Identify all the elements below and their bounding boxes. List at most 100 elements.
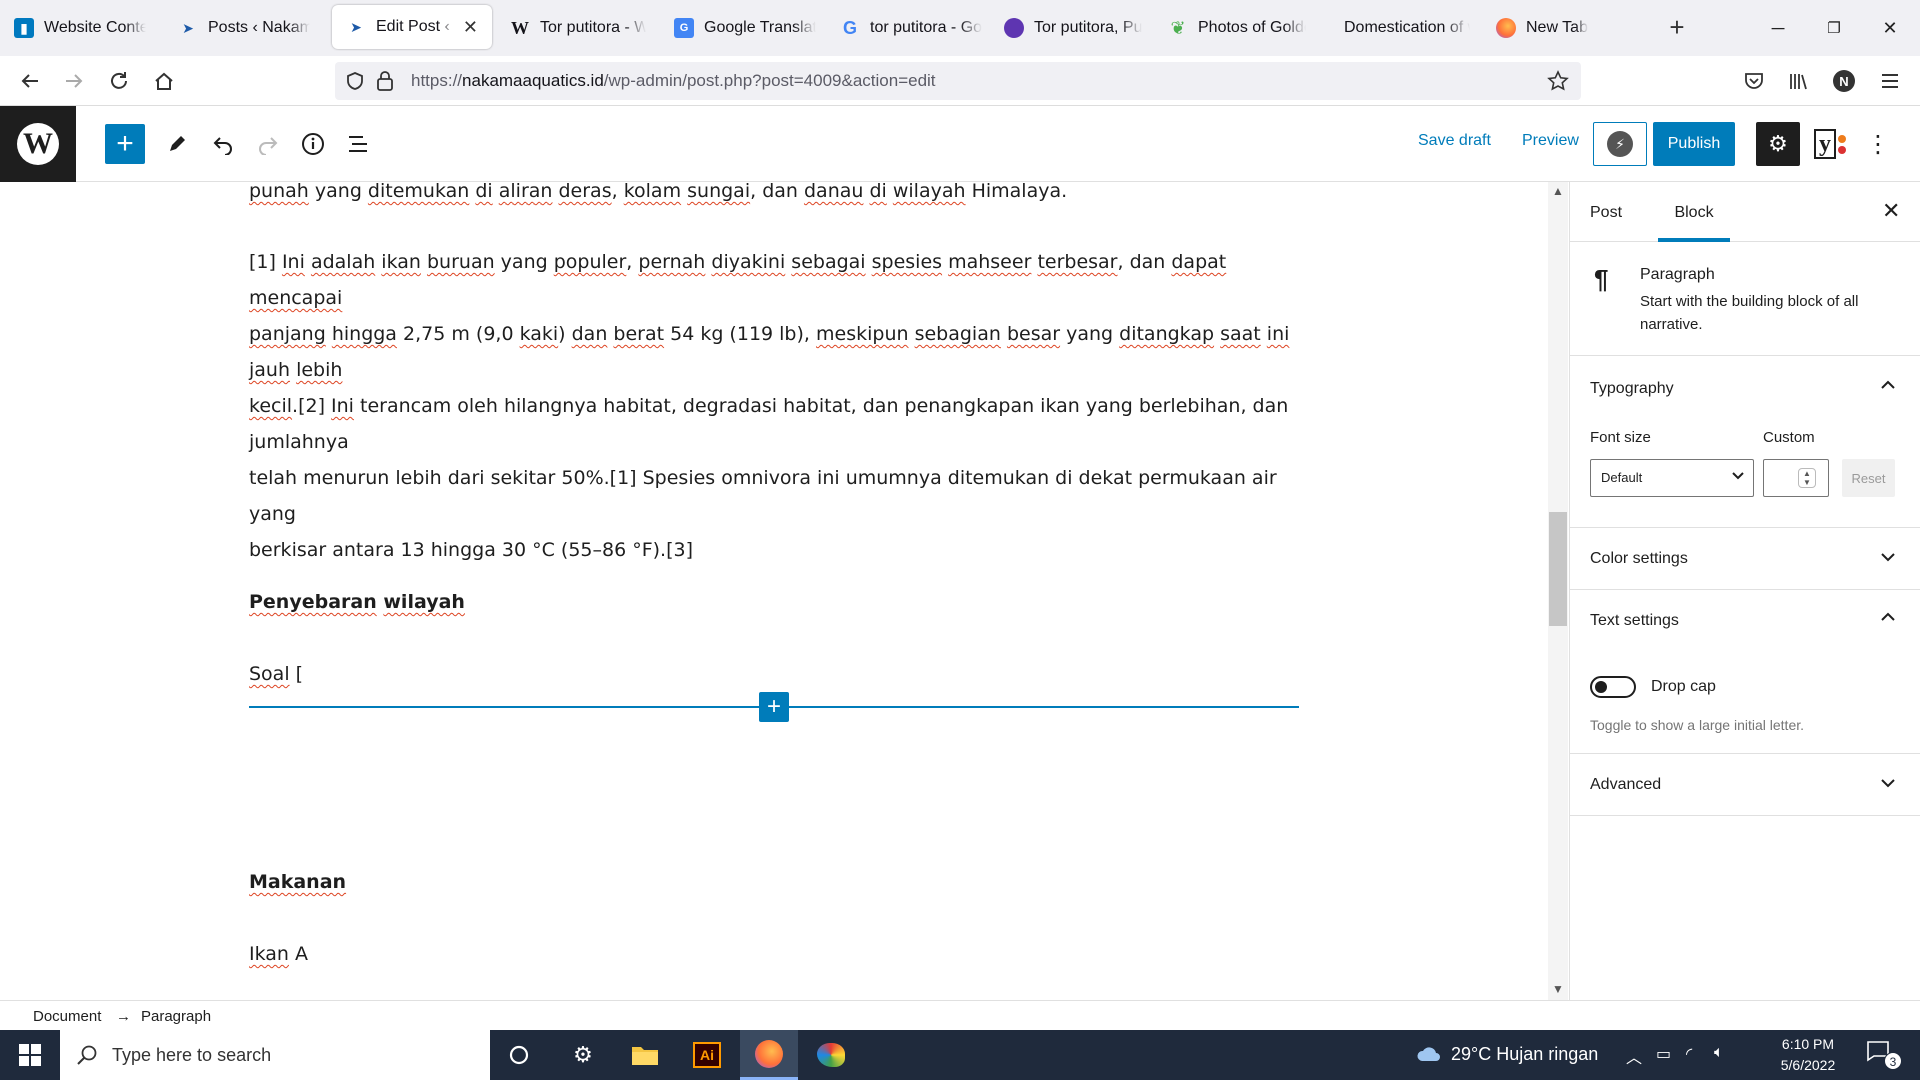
close-tab-icon[interactable]: ✕ (463, 17, 478, 38)
browser-tab-active[interactable]: ➤ Edit Post ‹ Nakama ✕ (332, 5, 492, 49)
spellcheck-word: dapat (1171, 251, 1227, 273)
insert-block-button[interactable]: + (759, 692, 789, 722)
browser-tab[interactable]: Domestication of wild (1318, 0, 1484, 56)
browser-tab[interactable]: ❦ Photos of Golden Mahseer (1154, 0, 1320, 56)
wifi-icon[interactable]: ◜ (1686, 1044, 1692, 1064)
wordpress-logo-button[interactable]: W (0, 106, 76, 182)
browser-tab[interactable]: G Google Translate (660, 0, 830, 56)
preview-button[interactable]: Preview (1522, 132, 1579, 150)
paragraph-block[interactable]: punah yang ditemukan di aliran deras, ko… (249, 182, 1299, 209)
taskbar-paint-app[interactable] (802, 1030, 860, 1080)
text-run: [ (289, 663, 304, 685)
spellcheck-word: Makanan (249, 871, 347, 893)
chevron-up-icon[interactable] (1880, 610, 1896, 628)
redo-button[interactable] (248, 124, 288, 164)
tools-button[interactable] (157, 124, 197, 164)
scroll-up-arrow-icon[interactable]: ▲ (1548, 184, 1568, 200)
pocket-button[interactable] (1736, 64, 1772, 98)
chevron-down-icon[interactable] (1880, 550, 1896, 568)
heading-block[interactable]: Penyebaran wilayah (249, 584, 1299, 620)
lock-icon[interactable] (375, 70, 395, 92)
taskbar-settings-app[interactable]: ⚙ (554, 1030, 612, 1080)
undo-button[interactable] (203, 124, 243, 164)
browser-tab[interactable]: Tor putitora, Putitor (990, 0, 1156, 56)
address-bar[interactable]: https://nakamaaquatics.id/wp-admin/post.… (335, 62, 1581, 100)
volume-icon[interactable]: 🔈︎ (1714, 1044, 1724, 1062)
settings-button[interactable]: ⚙ (1756, 122, 1800, 166)
shield-icon[interactable] (345, 71, 365, 91)
spellcheck-word: terbesar (1037, 251, 1118, 273)
tab-post[interactable]: Post (1590, 204, 1622, 222)
block-card: ¶ Paragraph Start with the building bloc… (1570, 242, 1920, 356)
number-spinner-icon[interactable]: ▲ ▼ (1798, 468, 1816, 488)
color-settings-toggle[interactable]: Color settings (1590, 550, 1688, 568)
library-button[interactable] (1780, 64, 1816, 98)
text-run: Himalaya. (965, 182, 1068, 202)
browser-tab[interactable]: New Tab (1482, 0, 1648, 56)
yoast-seo-button[interactable]: y (1810, 126, 1850, 162)
block-inserter-button[interactable]: + (105, 124, 145, 164)
spellcheck-word: adalah (310, 251, 376, 273)
close-sidebar-icon[interactable]: ✕ (1882, 198, 1900, 224)
breadcrumb-document[interactable]: Document (33, 1008, 101, 1025)
reset-button[interactable]: Reset (1842, 459, 1895, 497)
minimize-button[interactable]: ─ (1750, 0, 1806, 56)
save-draft-button[interactable]: Save draft (1418, 132, 1491, 150)
details-button[interactable] (293, 124, 333, 164)
taskbar-clock[interactable]: 6:10 PM 5/6/2022 (1768, 1034, 1848, 1076)
account-avatar[interactable]: N (1826, 64, 1862, 98)
paragraph-block[interactable]: [1] Ini adalah ikan buruan yang populer,… (249, 244, 1299, 568)
spellcheck-word: jauh (249, 359, 291, 381)
publish-button[interactable]: Publish (1653, 122, 1735, 166)
text-settings-toggle[interactable]: Text settings (1590, 612, 1679, 630)
new-tab-button[interactable]: + (1659, 10, 1695, 46)
bookmark-star-icon[interactable] (1547, 70, 1569, 92)
heading-block[interactable]: Makanan (249, 864, 1299, 900)
taskbar-file-explorer[interactable] (616, 1030, 674, 1080)
taskbar-search-box[interactable]: Type here to search (60, 1030, 490, 1080)
options-menu-button[interactable]: ⋮ (1862, 126, 1894, 162)
paragraph-block[interactable]: Ikan A (249, 936, 1299, 972)
custom-font-size-input[interactable]: ▲ ▼ (1763, 459, 1829, 497)
typography-toggle[interactable]: Typography (1590, 380, 1674, 398)
taskbar-firefox[interactable] (740, 1030, 798, 1080)
font-size-select[interactable]: Default (1590, 459, 1754, 497)
text-run: terancam oleh hilangnya habitat, degrada… (249, 395, 1289, 453)
back-button[interactable] (12, 64, 48, 98)
editor-scrollbar-thumb[interactable] (1549, 512, 1567, 626)
browser-tab[interactable]: ▮ Website Content (0, 0, 160, 56)
battery-icon[interactable]: ▭ (1656, 1044, 1671, 1064)
spellcheck-word: dan (571, 323, 608, 345)
browser-tab[interactable]: ➤ Posts ‹ Nakama Aquatics (164, 0, 324, 56)
chevron-down-icon[interactable] (1880, 776, 1896, 794)
restore-button[interactable]: ❐ (1806, 0, 1862, 56)
tab-block[interactable]: Block (1658, 204, 1730, 222)
task-view-button[interactable] (490, 1030, 548, 1080)
spellcheck-word: hingga (331, 323, 397, 345)
browser-tab[interactable]: W Tor putitora - Wikipedia (496, 0, 660, 56)
start-button[interactable] (0, 1030, 60, 1080)
url-text: https://nakamaaquatics.id/wp-admin/post.… (411, 71, 936, 90)
taskbar-illustrator[interactable]: Ai (678, 1030, 736, 1080)
drop-cap-toggle[interactable] (1590, 676, 1636, 698)
advanced-toggle[interactable]: Advanced (1590, 776, 1661, 794)
text-run: .[2] (292, 395, 332, 417)
chevron-up-icon[interactable]: ︿ (1626, 1044, 1642, 1068)
list-view-button[interactable] (338, 124, 378, 164)
globe-icon (1004, 18, 1024, 38)
home-button[interactable] (146, 64, 182, 98)
chevron-up-icon[interactable] (1880, 378, 1896, 396)
window-close-button[interactable]: ✕ (1862, 0, 1918, 56)
spellcheck-word: diyakini (711, 251, 786, 273)
breadcrumb-paragraph[interactable]: Paragraph (141, 1008, 211, 1025)
action-center-button[interactable]: 3 (1866, 1040, 1902, 1070)
browser-tab[interactable]: G tor putitora - Google (826, 0, 996, 56)
forward-button[interactable] (56, 64, 92, 98)
paragraph-block-selected[interactable]: Soal [ (249, 656, 1299, 692)
scroll-down-arrow-icon[interactable]: ▼ (1548, 982, 1568, 998)
weather-widget[interactable]: 29°C Hujan ringan (1415, 1044, 1598, 1065)
app-menu-button[interactable] (1872, 64, 1908, 98)
jetpack-button[interactable]: ⚡ (1593, 122, 1647, 166)
windows-logo-icon (19, 1044, 41, 1066)
reload-button[interactable] (101, 64, 137, 98)
